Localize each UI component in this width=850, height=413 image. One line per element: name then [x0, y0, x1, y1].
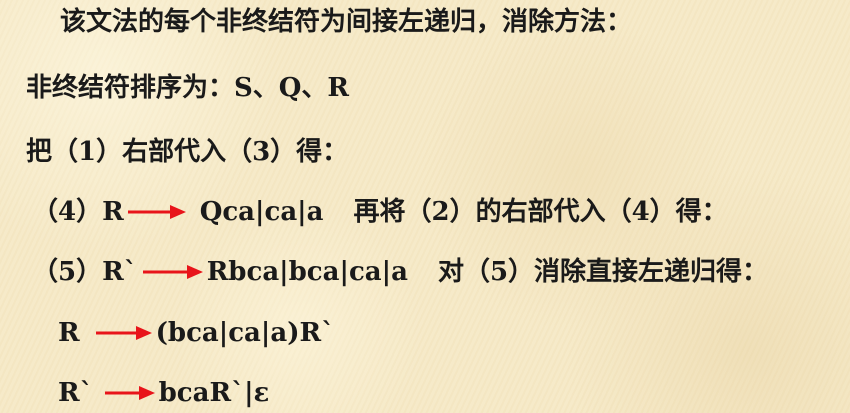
production-5-note: 对（5）消除直接左递归得： [437, 257, 769, 287]
result-rprime-lhs: R` [58, 378, 93, 408]
text-line-2: 非终结符排序为：S、Q、R [26, 72, 349, 104]
production-4-rhs: Qca|ca|a [199, 197, 324, 227]
result-r-rhs: (bca|ca|a)R` [155, 318, 335, 348]
result-rprime-line: R` bcaR`|ε [58, 377, 269, 409]
right-arrow-icon [104, 384, 155, 402]
production-4-lhs: （4）R [32, 197, 124, 227]
production-4-line: （4）R Qca|ca|a 再将（2）的右部代入（4）得： [32, 196, 728, 228]
intro-text: 该文法的每个非终结符为间接左递归，消除方法： [60, 7, 633, 37]
production-5-rhs: Rbca|bca|ca|a [206, 257, 408, 287]
right-arrow-icon [127, 203, 186, 221]
ordering-text: 非终结符排序为：S、Q、R [26, 73, 350, 103]
substitution-text: 把（1）右部代入（3）得： [26, 137, 349, 167]
production-5-lhs: （5）R` [32, 257, 137, 287]
right-arrow-icon [95, 324, 152, 342]
production-4-note: 再将（2）的右部代入（4）得： [353, 197, 728, 227]
right-arrow-icon [142, 263, 203, 281]
result-r-line: R (bca|ca|a)R` [58, 317, 334, 349]
production-5-line: （5）R` Rbca|bca|ca|a 对（5）消除直接左递归得： [32, 256, 768, 288]
result-rprime-rhs: bcaR`|ε [158, 378, 270, 408]
result-r-lhs: R [58, 318, 80, 348]
text-line-1: 该文法的每个非终结符为间接左递归，消除方法： [60, 6, 632, 38]
text-line-3: 把（1）右部代入（3）得： [26, 136, 348, 168]
